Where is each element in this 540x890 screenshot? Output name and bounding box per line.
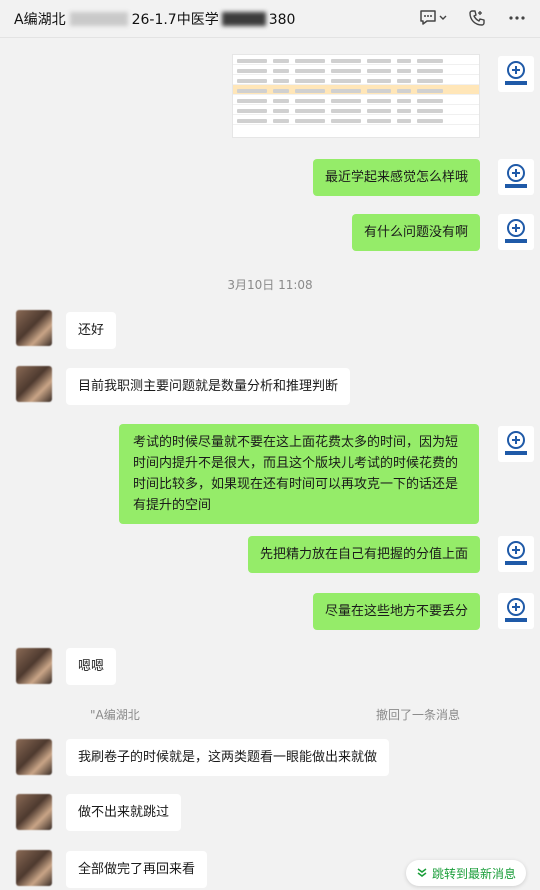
message-bubble[interactable]: 做不出来就跳过 <box>66 794 182 831</box>
time-separator: 3月10日 11:08 <box>227 278 313 292</box>
title-prefix: A编湖北 <box>14 12 66 28</box>
avatar[interactable] <box>498 56 534 92</box>
avatar[interactable] <box>16 366 52 402</box>
avatar[interactable] <box>498 426 534 462</box>
avatar[interactable] <box>16 850 52 886</box>
chat-bubble-icon[interactable] <box>416 6 450 30</box>
jump-to-latest-button[interactable]: 跳转到最新消息 <box>406 860 527 886</box>
message-bubble[interactable]: 最近学起来感觉怎么样哦 <box>312 159 480 196</box>
chat-header: A编湖北 26-1.7中医学 380 <box>0 0 540 38</box>
title-end: 380 <box>268 12 296 28</box>
jump-label: 跳转到最新消息 <box>432 866 517 881</box>
recall-sender: "A编湖北 <box>90 708 140 722</box>
recall-text: 撤回了一条消息 <box>376 708 461 722</box>
more-icon[interactable] <box>504 6 530 30</box>
avatar[interactable] <box>16 739 52 775</box>
double-chevron-down-icon <box>417 868 427 877</box>
avatar[interactable] <box>498 214 534 250</box>
zhongxin-logo-icon <box>505 61 527 85</box>
avatar[interactable] <box>498 159 534 195</box>
avatar[interactable] <box>16 648 52 684</box>
phone-icon[interactable] <box>464 6 490 30</box>
message-bubble[interactable]: 还好 <box>66 312 117 349</box>
shared-screenshot-image[interactable] <box>232 54 480 138</box>
chat-title: A编湖北 26-1.7中医学 380 <box>14 9 295 29</box>
avatar[interactable] <box>16 794 52 830</box>
avatar[interactable] <box>498 536 534 572</box>
title-suffix: 26-1.7中医学 <box>131 12 219 28</box>
zhongxin-logo-icon <box>505 431 527 455</box>
avatar[interactable] <box>498 593 534 629</box>
zhongxin-logo-icon <box>505 541 527 565</box>
zhongxin-logo-icon <box>505 164 527 188</box>
message-bubble[interactable]: 全部做完了再回来看 <box>66 851 208 888</box>
redacted-block <box>221 12 266 26</box>
zhongxin-logo-icon <box>505 598 527 622</box>
message-bubble[interactable]: 我刷卷子的时候就是，这两类题看一眼能做出来就做 <box>66 739 390 776</box>
message-bubble[interactable]: 有什么问题没有啊 <box>351 214 480 251</box>
redacted-block <box>69 12 128 26</box>
avatar[interactable] <box>16 310 52 346</box>
zhongxin-logo-icon <box>505 219 527 243</box>
message-bubble[interactable]: 尽量在这些地方不要丢分 <box>312 593 480 630</box>
message-bubble[interactable]: 目前我职测主要问题就是数量分析和推理判断 <box>66 368 351 405</box>
message-bubble[interactable]: 先把精力放在自己有把握的分值上面 <box>247 536 480 573</box>
message-bubble[interactable]: 嗯嗯 <box>66 648 117 685</box>
message-bubble[interactable]: 考试的时候尽量就不要在这上面花费太多的时间，因为短时间内提升不是很大，而且这个版… <box>119 424 479 524</box>
